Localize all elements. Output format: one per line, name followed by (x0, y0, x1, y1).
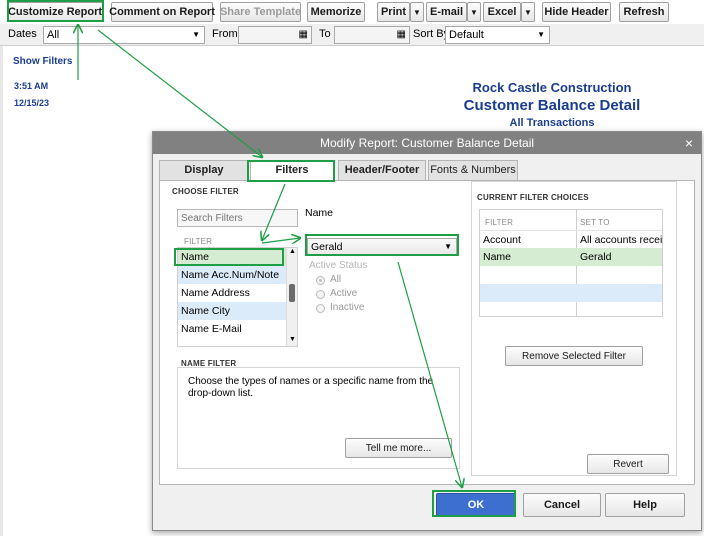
refresh-button[interactable]: Refresh (619, 2, 669, 22)
dialog-title: Modify Report: Customer Balance Detail (319, 136, 535, 150)
filters-tab-panel: CHOOSE FILTER FILTER Name Name Acc.Num/N… (159, 180, 695, 485)
highlight-customize-report (7, 0, 104, 22)
from-label: From (212, 28, 238, 40)
date-filter-bar: Dates All ▼ From ▦ To ▦ Sort By Default … (0, 24, 704, 46)
chevron-down-icon: ▼ (537, 30, 545, 39)
modify-report-dialog: Modify Report: Customer Balance Detail ×… (152, 131, 702, 531)
scrollbar-thumb[interactable] (289, 284, 295, 302)
to-date-field[interactable]: ▦ (334, 26, 410, 44)
report-subtitle: All Transactions (509, 117, 595, 129)
tab-fonts-numbers[interactable]: Fonts & Numbers (428, 160, 518, 180)
radio-inactive[interactable] (316, 304, 325, 313)
active-status-label: Active Status (309, 260, 368, 271)
report-title: Customer Balance Detail (463, 97, 641, 114)
sort-by-select[interactable]: Default ▼ (445, 26, 550, 44)
share-template-button[interactable]: Share Template (220, 2, 301, 22)
revert-button[interactable]: Revert (587, 454, 669, 474)
highlight-filters-tab (247, 160, 335, 182)
company-name: Rock Castle Construction (472, 80, 632, 95)
chevron-down-icon: ▼ (524, 7, 532, 17)
show-filters-link[interactable]: Show Filters (13, 56, 72, 67)
dates-value: All (47, 29, 60, 41)
chevron-down-icon: ▼ (192, 30, 200, 39)
remove-selected-filter-button[interactable]: Remove Selected Filter (505, 346, 643, 366)
print-dropdown-button[interactable]: ▼ (410, 2, 424, 22)
email-button[interactable]: E-mail (426, 2, 467, 22)
current-filter-choices-group: CURRENT FILTER CHOICES FILTER SET TO Acc… (471, 181, 677, 476)
highlight-ok-button (432, 490, 516, 517)
table-row[interactable]: Name Gerald (480, 248, 662, 266)
list-item[interactable]: Name City (178, 302, 288, 320)
calendar-icon[interactable]: ▦ (397, 27, 406, 43)
tab-header-footer[interactable]: Header/Footer (338, 160, 426, 180)
comment-on-report-button[interactable]: Comment on Report (109, 2, 215, 22)
sort-by-label: Sort By (413, 28, 450, 40)
help-button[interactable]: Help (605, 493, 685, 517)
list-item[interactable]: Name E-Mail (178, 320, 288, 338)
scroll-up-icon[interactable]: ▲ (289, 248, 296, 255)
list-item[interactable]: Name Address (178, 284, 288, 302)
choose-filter-header: CHOOSE FILTER (172, 187, 239, 196)
dates-label: Dates (8, 28, 37, 40)
dialog-titlebar[interactable]: Modify Report: Customer Balance Detail × (153, 132, 701, 154)
hide-header-button[interactable]: Hide Header (542, 2, 611, 22)
table-row[interactable]: Account All accounts recei... (480, 230, 662, 248)
chevron-down-icon: ▼ (413, 7, 421, 17)
filter-list-scrollbar[interactable]: ▲ ▼ (286, 248, 297, 346)
table-cell: Gerald (580, 251, 612, 263)
print-button[interactable]: Print (377, 2, 410, 22)
tab-display[interactable]: Display (159, 160, 249, 180)
current-filter-column-header: FILTER (485, 218, 514, 227)
table-cell: Account (483, 234, 521, 246)
report-date: 12/15/23 (14, 98, 50, 108)
calendar-icon[interactable]: ▦ (299, 27, 308, 43)
report-time: 3:51 AM (14, 81, 49, 91)
tell-me-more-button[interactable]: Tell me more... (345, 438, 452, 458)
name-filter-description: Choose the types of names or a specific … (188, 376, 434, 399)
choose-filter-group: FILTER Name Name Acc.Num/Note Name Addre… (170, 197, 466, 347)
name-filter-group: Choose the types of names or a specific … (177, 367, 460, 469)
cancel-button[interactable]: Cancel (523, 493, 601, 517)
highlight-name-item (174, 248, 284, 266)
table-cell: Name (483, 251, 512, 263)
highlight-name-select (305, 234, 459, 256)
table-cell: All accounts recei... (580, 234, 662, 246)
memorize-button[interactable]: Memorize (307, 2, 365, 22)
email-dropdown-button[interactable]: ▼ (467, 2, 481, 22)
excel-dropdown-button[interactable]: ▼ (521, 2, 535, 22)
radio-inactive-label: Inactive (330, 302, 365, 313)
radio-all[interactable] (316, 276, 325, 285)
current-filter-table: FILTER SET TO Account All accounts recei… (479, 209, 663, 317)
report-toolbar: Customize Report Comment on Report Share… (0, 0, 704, 24)
sort-by-value: Default (449, 29, 484, 41)
scroll-down-icon[interactable]: ▼ (289, 336, 296, 343)
radio-all-label: All (330, 274, 342, 285)
current-filter-header: CURRENT FILTER CHOICES (477, 193, 589, 202)
name-field-label: Name (305, 207, 334, 219)
list-item[interactable]: Name Acc.Num/Note (178, 266, 288, 284)
radio-active[interactable] (316, 290, 325, 299)
report-left-border (0, 46, 3, 536)
from-date-field[interactable]: ▦ (238, 26, 312, 44)
filter-column-header: FILTER (184, 237, 213, 246)
dates-select[interactable]: All ▼ (43, 26, 205, 44)
table-row[interactable] (480, 284, 662, 302)
set-to-column-header: SET TO (580, 218, 610, 227)
to-label: To (319, 28, 331, 40)
excel-button[interactable]: Excel (483, 2, 521, 22)
close-icon[interactable]: × (685, 132, 693, 154)
search-filters-input[interactable] (177, 209, 298, 227)
radio-active-label: Active (330, 288, 358, 299)
chevron-down-icon: ▼ (470, 7, 478, 17)
